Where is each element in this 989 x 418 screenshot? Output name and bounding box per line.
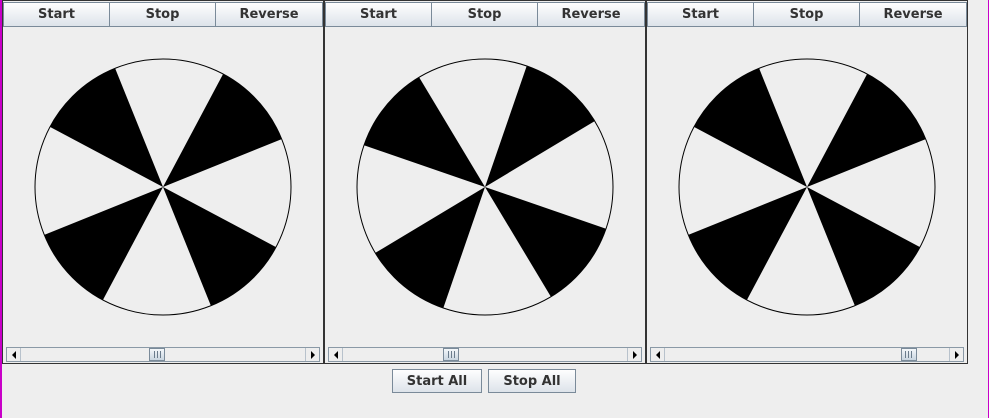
scroll-left-button[interactable] <box>7 348 21 361</box>
fan-controls: Start Stop Reverse <box>3 2 323 27</box>
fan-blade <box>485 187 606 297</box>
scroll-left-button[interactable] <box>329 348 343 361</box>
left-arrow-icon <box>655 350 660 359</box>
fan-blade <box>44 187 163 300</box>
speed-scrollbar[interactable] <box>328 347 642 362</box>
scroll-right-button[interactable] <box>627 348 641 361</box>
fan-blade <box>50 68 163 187</box>
scroll-left-button[interactable] <box>651 348 665 361</box>
speed-scrollbar[interactable] <box>650 347 964 362</box>
fan-panel-1: Start Stop Reverse <box>2 0 324 364</box>
reverse-button[interactable]: Reverse <box>537 2 645 27</box>
fan-canvas <box>325 28 645 343</box>
start-button[interactable]: Start <box>647 2 754 27</box>
stop-button[interactable]: Stop <box>753 2 860 27</box>
scroll-track[interactable] <box>666 348 948 361</box>
stop-all-button[interactable]: Stop All <box>488 369 576 393</box>
scroll-thumb[interactable] <box>443 348 460 361</box>
fan-blade <box>364 77 485 187</box>
scroll-right-button[interactable] <box>305 348 319 361</box>
fan-blades <box>688 68 926 306</box>
fan-blade <box>807 74 926 187</box>
start-button[interactable]: Start <box>3 2 110 27</box>
left-arrow-icon <box>11 350 16 359</box>
reverse-button[interactable]: Reverse <box>859 2 967 27</box>
scroll-track[interactable] <box>344 348 626 361</box>
scroll-track[interactable] <box>22 348 304 361</box>
right-arrow-icon <box>310 350 315 359</box>
fan-blades <box>44 68 282 306</box>
fan-blade <box>485 66 595 187</box>
fan-graphic <box>678 58 936 316</box>
fan-canvas <box>647 28 967 343</box>
fan-panel-2: Start Stop Reverse <box>324 0 646 364</box>
start-button[interactable]: Start <box>325 2 432 27</box>
scroll-thumb[interactable] <box>149 348 166 361</box>
fan-blade <box>163 74 282 187</box>
fan-blades <box>364 66 606 308</box>
fan-panel-3: Start Stop Reverse <box>646 0 968 364</box>
fan-blade <box>375 187 485 308</box>
left-arrow-icon <box>333 350 338 359</box>
scroll-thumb[interactable] <box>900 348 917 361</box>
fan-controls: Start Stop Reverse <box>325 2 645 27</box>
grip-icon <box>905 351 913 358</box>
fan-blade <box>807 187 920 306</box>
scroll-right-button[interactable] <box>949 348 963 361</box>
grip-icon <box>153 351 161 358</box>
stop-button[interactable]: Stop <box>431 2 538 27</box>
fan-graphic <box>34 58 292 316</box>
grip-icon <box>447 351 455 358</box>
stop-button[interactable]: Stop <box>109 2 216 27</box>
fan-blade <box>688 187 807 300</box>
reverse-button[interactable]: Reverse <box>215 2 323 27</box>
fan-controls: Start Stop Reverse <box>647 2 967 27</box>
fan-graphic <box>356 58 614 316</box>
fan-canvas <box>3 28 323 343</box>
start-all-button[interactable]: Start All <box>392 369 482 393</box>
right-arrow-icon <box>954 350 959 359</box>
fan-blade <box>694 68 807 187</box>
speed-scrollbar[interactable] <box>6 347 320 362</box>
right-arrow-icon <box>632 350 637 359</box>
fan-blade <box>163 187 276 306</box>
